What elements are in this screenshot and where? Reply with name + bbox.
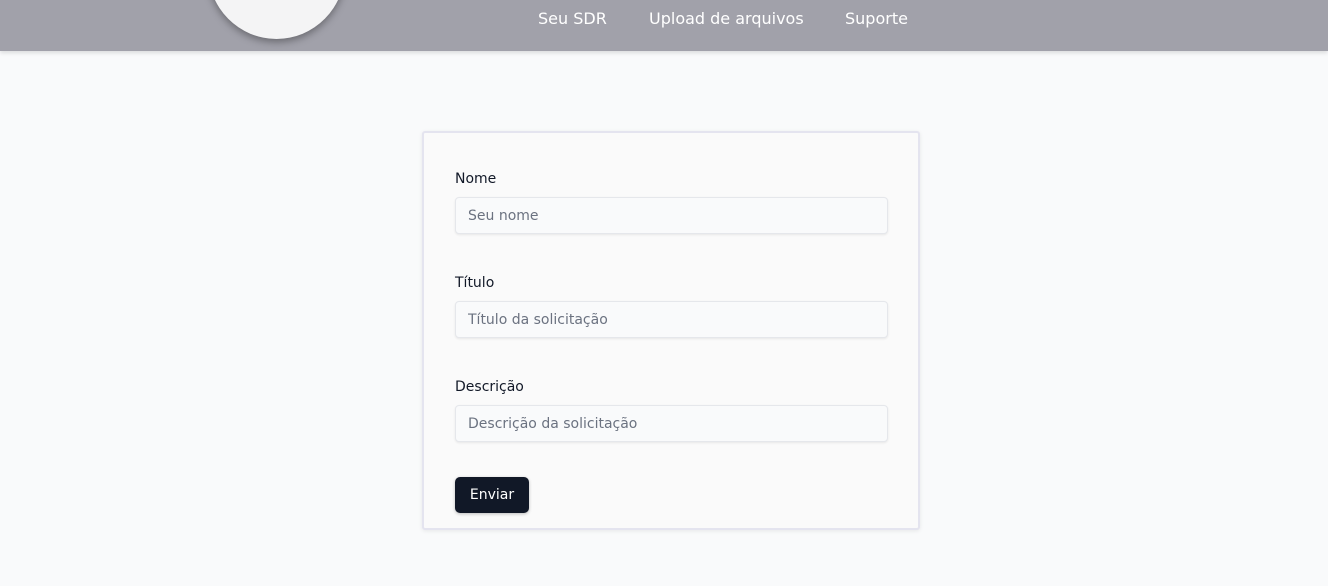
main-nav: Seu SDR Upload de arquivos Suporte xyxy=(0,0,1328,38)
enviar-button[interactable]: Enviar xyxy=(455,477,529,513)
nome-input[interactable] xyxy=(455,197,888,234)
descricao-label: Descrição xyxy=(455,379,524,395)
support-form-card: Nome Título Descrição Enviar xyxy=(422,131,920,530)
descricao-input[interactable] xyxy=(455,405,888,442)
titulo-label: Título xyxy=(455,275,495,291)
titulo-input[interactable] xyxy=(455,301,888,338)
nav-link-seu-sdr[interactable]: Seu SDR xyxy=(538,9,607,29)
top-navbar: Seu SDR Upload de arquivos Suporte xyxy=(0,0,1328,51)
nome-label: Nome xyxy=(455,171,497,187)
nav-link-suporte[interactable]: Suporte xyxy=(845,9,908,29)
nav-link-upload[interactable]: Upload de arquivos xyxy=(649,9,804,29)
